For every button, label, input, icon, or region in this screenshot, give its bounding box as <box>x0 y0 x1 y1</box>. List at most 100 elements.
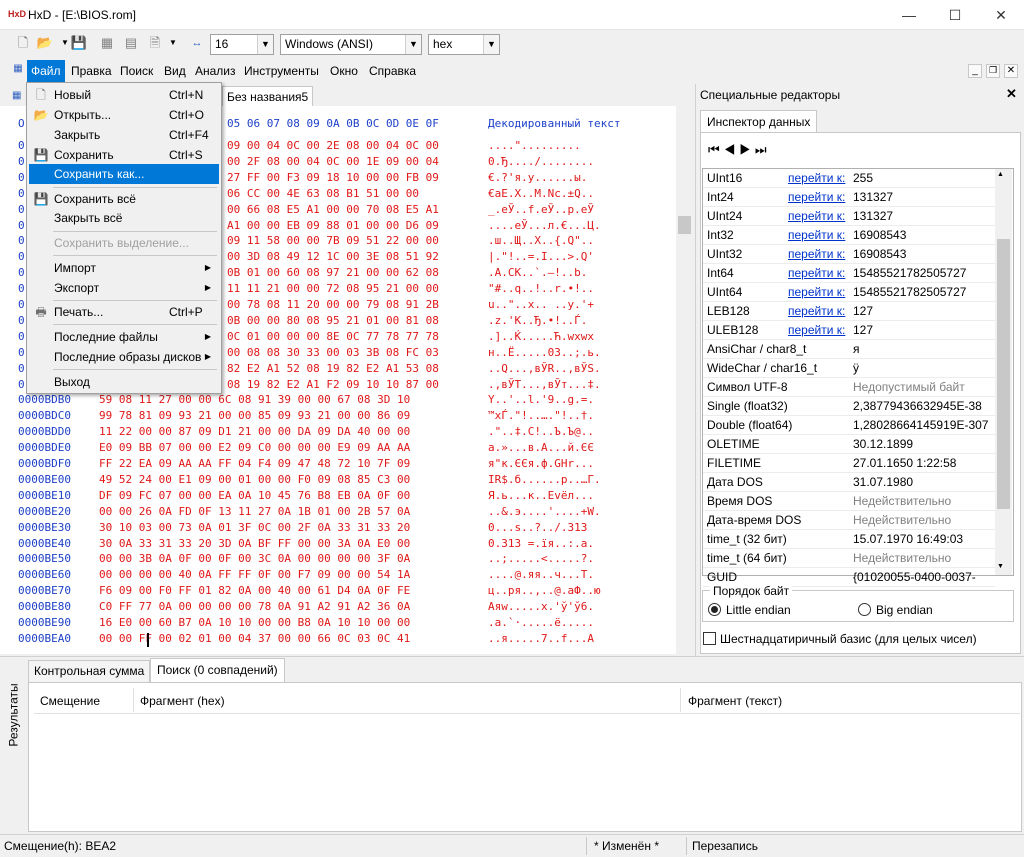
new-file-icon[interactable]: 🗋 <box>14 34 32 52</box>
hex-row-bytes[interactable]: 00 00 FF 00 02 01 00 04 37 00 00 66 0C 0… <box>99 631 410 647</box>
hex-row-text[interactable]: Аяw.....x.'ў'ў6. <box>488 599 594 615</box>
hex-row-bytes[interactable]: 00 08 08 30 33 00 03 3B 08 FC 03 <box>227 345 439 361</box>
hex-row-bytes[interactable]: 00 00 3B 0A 0F 00 0F 00 3C 0A 00 00 00 0… <box>99 551 410 567</box>
inspector-scrollbar[interactable]: ▲ ▼ <box>995 169 1012 575</box>
inspector-scrollbar-thumb[interactable] <box>997 239 1010 509</box>
inspector-row[interactable]: Int64 перейти к: 15485521782505727 <box>703 264 995 283</box>
inspector-row[interactable]: Double (float64) 1,28028664145919E-307 <box>703 416 995 435</box>
hex-row-text[interactable]: Я.ь...к..Evёл... <box>488 488 594 504</box>
hex-row-text[interactable]: н..Ё.....03..;.ь. <box>488 345 601 361</box>
inspector-row[interactable]: Int32 перейти к: 16908543 <box>703 226 995 245</box>
big-endian-radio[interactable] <box>858 603 871 616</box>
hex-row-bytes[interactable]: E0 09 BB 07 00 00 E2 09 C0 00 00 00 E9 0… <box>99 440 410 456</box>
hex-row-text[interactable]: _.eЎ..f.eЎ..p.eЎ <box>488 202 594 218</box>
offset-base-select[interactable]: hex ▼ <box>428 34 500 55</box>
hex-row-bytes[interactable]: 30 10 03 00 73 0A 01 3F 0C 00 2F 0A 33 3… <box>99 520 410 536</box>
mdi-close-button[interactable]: ✕ <box>1004 64 1018 78</box>
hex-row-text[interactable]: .а.`·.....ё..... <box>488 615 594 631</box>
goto-link[interactable]: перейти к: <box>788 321 845 339</box>
inspector-row-value[interactable]: 2,38779436632945E-38 <box>853 397 982 415</box>
hex-row-text[interactable]: ..;.....<.....?. <box>488 551 594 567</box>
hex-row-text[interactable]: ....@.яя..ч...T. <box>488 567 594 583</box>
file-menu-close-all[interactable]: Закрыть всё <box>29 208 219 228</box>
file-menu-export[interactable]: Экспорт ▶ <box>29 278 219 298</box>
inspector-row[interactable]: WideChar / char16_t ÿ <box>703 359 995 378</box>
hex-row-text[interactable]: .A.CK..`.—!..b. <box>488 265 587 281</box>
file-menu-save[interactable]: 💾 Сохранить Ctrl+S <box>29 145 219 165</box>
menu-window[interactable]: Окно <box>326 60 362 82</box>
hex-row-bytes[interactable]: 00 78 08 11 20 00 00 79 08 91 2B <box>227 297 439 313</box>
file-menu-save-as[interactable]: Сохранить как... <box>29 164 219 184</box>
inspector-row-value[interactable]: 255 <box>853 169 873 187</box>
hex-row-text[interactable]: ...."......... <box>488 138 581 154</box>
hex-row-text[interactable]: ..я.....7..f...A <box>488 631 594 647</box>
inspector-row-value[interactable]: Недействительно <box>853 511 951 529</box>
file-menu-recent-files[interactable]: Последние файлы ▶ <box>29 327 219 347</box>
hex-row-bytes[interactable]: 49 52 24 00 E1 09 00 01 00 00 F0 09 08 8… <box>99 472 410 488</box>
goto-link[interactable]: перейти к: <box>788 169 845 187</box>
hex-row-bytes[interactable]: 00 2F 08 00 04 0C 00 1E 09 00 04 <box>227 154 439 170</box>
file-menu-exit[interactable]: Выход <box>29 372 219 392</box>
hex-row-text[interactable]: 0.Ђ..../........ <box>488 154 594 170</box>
inspector-row[interactable]: time_t (64 бит) Недействительно <box>703 549 995 568</box>
scroll-up-icon[interactable]: ▲ <box>997 171 1004 178</box>
inspector-row[interactable]: UInt64 перейти к: 15485521782505727 <box>703 283 995 302</box>
file-menu-close[interactable]: Закрыть Ctrl+F4 <box>29 125 219 145</box>
hex-row-bytes[interactable]: 09 11 58 00 00 7B 09 51 22 00 00 <box>227 233 439 249</box>
hex-row-bytes[interactable]: 30 0A 33 31 33 20 3D 0A BF FF 00 00 3A 0… <box>99 536 410 552</box>
tab-search-results[interactable]: Поиск (0 совпадений) <box>150 658 285 682</box>
bytes-per-row-select[interactable]: 16 ▼ <box>210 34 274 55</box>
inspector-row-value[interactable]: Недопустимый байт <box>853 378 965 396</box>
hex-row-bytes[interactable]: 0B 01 00 60 08 97 21 00 00 62 08 <box>227 265 439 281</box>
hex-row-bytes[interactable]: 0C 01 00 00 00 8E 0C 77 78 77 78 <box>227 329 439 345</box>
tab-data-inspector[interactable]: Инспектор данных <box>700 110 818 132</box>
menu-tools[interactable]: Инструменты <box>240 60 323 82</box>
open-folder-icon[interactable]: 📂 <box>36 34 54 52</box>
hex-row-bytes[interactable]: 0B 00 00 80 08 95 21 01 00 81 08 <box>227 313 439 329</box>
menu-file[interactable]: Файл <box>27 60 65 82</box>
hex-row-text[interactable]: €aE.X..M.Nc.±Q.. <box>488 186 594 202</box>
hex-row-bytes[interactable]: 27 FF 00 F3 09 18 10 00 00 FB 09 <box>227 170 439 186</box>
menu-edit[interactable]: Правка <box>67 60 116 82</box>
hex-row-bytes[interactable]: 08 19 82 E2 A1 F2 09 10 10 87 00 <box>227 377 439 393</box>
hex-row-text[interactable]: .,вЎТ...,вЎт...‡. <box>488 377 601 393</box>
save-icon[interactable]: 💾 <box>70 34 88 52</box>
inspector-row-value[interactable]: 127 <box>853 321 873 339</box>
hex-row-bytes[interactable]: 59 08 11 27 00 00 6C 08 91 39 00 00 67 0… <box>99 392 410 408</box>
close-button[interactable]: ✕ <box>978 0 1024 30</box>
hex-row-bytes[interactable]: F6 09 00 F0 FF 01 82 0A 00 40 00 61 D4 0… <box>99 583 410 599</box>
tab-checksum[interactable]: Контрольная сумма <box>28 660 151 682</box>
hex-row-text[interactable]: .z.'К..Ђ.•!..Ѓ. <box>488 313 587 329</box>
inspector-row[interactable]: UInt32 перейти к: 16908543 <box>703 245 995 264</box>
hex-row-bytes[interactable]: C0 FF 77 0A 00 00 00 00 78 0A 91 A2 91 A… <box>99 599 410 615</box>
inspector-row[interactable]: time_t (32 бит) 15.07.1970 16:49:03 <box>703 530 995 549</box>
goto-link[interactable]: перейти к: <box>788 188 845 206</box>
inspector-row-value[interactable]: 30.12.1899 <box>853 435 913 453</box>
inspector-row-value[interactable]: 131327 <box>853 188 893 206</box>
mdi-minimize-button[interactable]: _ <box>968 64 982 78</box>
hex-row-text[interactable]: ..&.э....'....+W. <box>488 504 601 520</box>
hex-row-text[interactable]: ..Q...,вЎR..,вЎS. <box>488 361 601 377</box>
goto-link[interactable]: перейти к: <box>788 283 845 301</box>
menu-search[interactable]: Поиск <box>116 60 157 82</box>
inspector-row[interactable]: UInt24 перейти к: 131327 <box>703 207 995 226</box>
hex-row-text[interactable]: ....eЎ...л.€...Ц. <box>488 218 601 234</box>
hex-row-text[interactable]: ."..‡.С!..Ъ.Ъ@.. <box>488 424 594 440</box>
inspector-row-value[interactable]: 27.01.1650 1:22:58 <box>853 454 956 472</box>
view-dropdown-icon[interactable]: ▼ <box>164 34 182 52</box>
hex-row-text[interactable]: IR$.б......р..…Г. <box>488 472 601 488</box>
hex-row-text[interactable]: ц..ря..‚..@.aФ..ю <box>488 583 601 599</box>
col-offset[interactable]: Смещение <box>40 694 100 708</box>
ram-editor-icon[interactable]: ▦ <box>98 34 116 52</box>
inspector-row-value[interactable]: 1,28028664145919E-307 <box>853 416 988 434</box>
hex-row-bytes[interactable]: 11 22 00 00 87 09 D1 21 00 00 DA 09 DA 4… <box>99 424 410 440</box>
file-menu-import[interactable]: Импорт ▶ <box>29 258 219 278</box>
hex-row-bytes[interactable]: 11 11 21 00 00 72 08 95 21 00 00 <box>227 281 439 297</box>
hex-row-text[interactable]: €.?'я.у......ы. <box>488 170 587 186</box>
inspector-row[interactable]: ULEB128 перейти к: 127 <box>703 321 995 340</box>
file-menu-open[interactable]: 📂 Открыть... Ctrl+O <box>29 105 219 125</box>
hex-row-bytes[interactable]: 16 E0 00 60 B7 0A 10 10 00 00 B8 0A 10 1… <box>99 615 410 631</box>
hex-row-bytes[interactable]: 82 E2 A1 52 08 19 82 E2 A1 53 08 <box>227 361 439 377</box>
menu-analysis[interactable]: Анализ <box>191 60 240 82</box>
hex-scrollbar-thumb[interactable] <box>678 216 691 234</box>
